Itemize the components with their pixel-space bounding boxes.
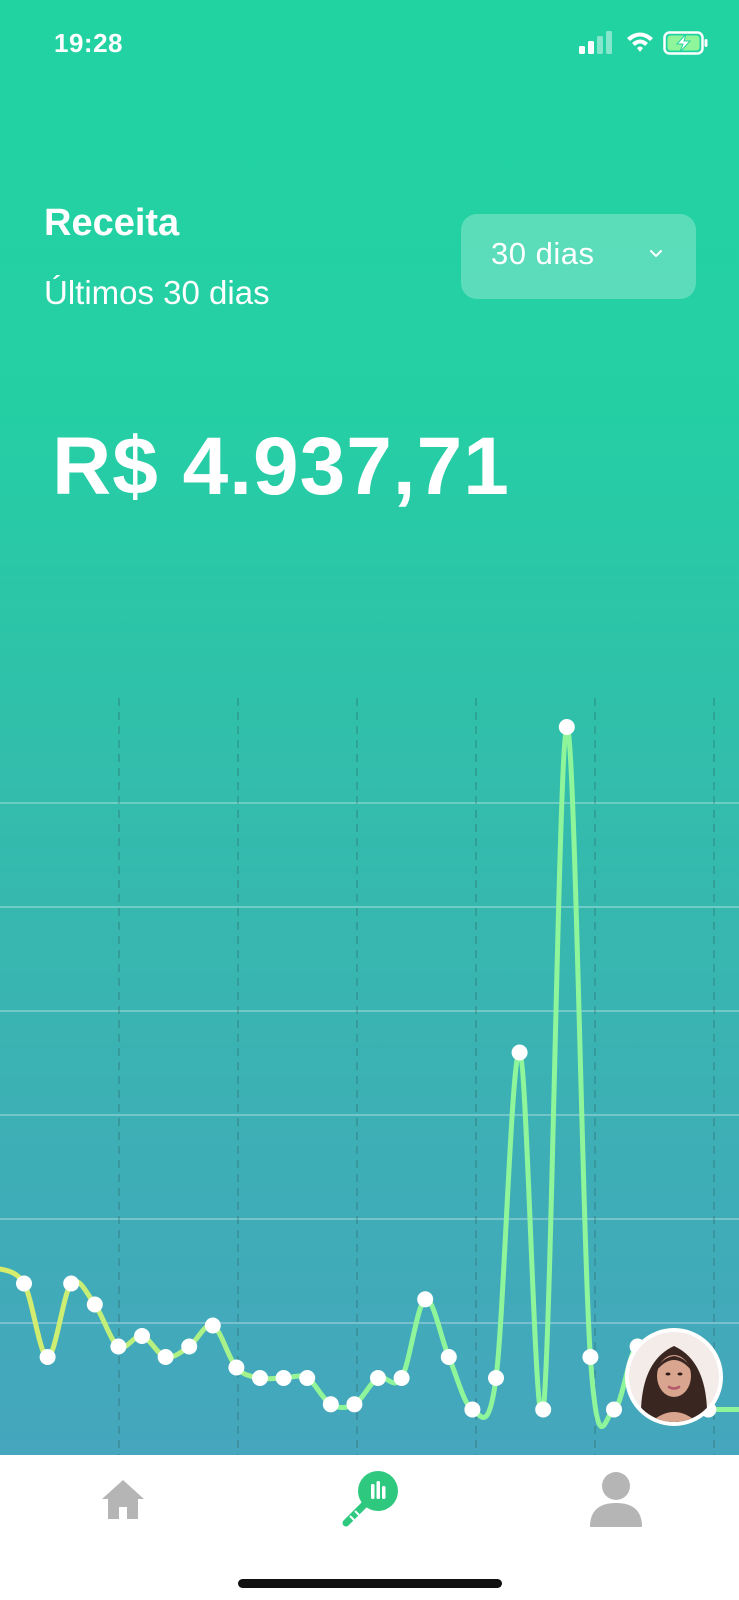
revenue-screen: 19:28 Receita Últimos 30 dias 30 dias R$… <box>0 0 739 1455</box>
chart-point[interactable] <box>511 1044 528 1061</box>
chart-point[interactable] <box>228 1359 245 1376</box>
chart-series-line <box>0 724 739 1430</box>
chart-point[interactable] <box>86 1296 103 1313</box>
wifi-icon <box>627 32 653 52</box>
battery-charging-icon <box>663 31 708 55</box>
chart-point[interactable] <box>488 1370 504 1386</box>
chart-point[interactable] <box>346 1396 363 1413</box>
home-indicator <box>238 1579 502 1588</box>
chart-point[interactable] <box>370 1370 386 1386</box>
chart-point[interactable] <box>16 1275 32 1292</box>
revenue-total: R$ 4.937,71 <box>52 421 510 512</box>
status-time: 19:28 <box>54 28 123 58</box>
status-icons <box>579 30 709 60</box>
chart-point[interactable] <box>110 1338 127 1355</box>
bottom-nav <box>0 1455 739 1600</box>
chart-point[interactable] <box>63 1275 80 1292</box>
chart-point[interactable] <box>464 1401 481 1418</box>
page-title: Receita <box>44 202 180 244</box>
avatar[interactable] <box>625 1328 723 1426</box>
page-subtitle: Últimos 30 dias <box>44 274 270 311</box>
chevron-down-icon <box>650 250 662 257</box>
chart-point[interactable] <box>275 1370 292 1386</box>
avatar-photo <box>629 1332 719 1422</box>
chart-point[interactable] <box>417 1291 434 1308</box>
chart-point[interactable] <box>322 1396 339 1413</box>
chart-point[interactable] <box>440 1349 457 1365</box>
bar-chart-icon[interactable] <box>340 1469 400 1529</box>
chart-point[interactable] <box>582 1349 599 1365</box>
chart-point[interactable] <box>157 1349 174 1365</box>
revenue-chart <box>0 698 739 1455</box>
status-bar: 19:28 <box>0 0 739 90</box>
chart-point[interactable] <box>393 1370 410 1386</box>
signal-icon <box>579 31 612 54</box>
chart-point[interactable] <box>558 719 575 735</box>
chart-point[interactable] <box>204 1317 221 1334</box>
person-icon[interactable] <box>588 1469 644 1529</box>
chart-point[interactable] <box>181 1338 198 1355</box>
chart-point[interactable] <box>252 1370 268 1386</box>
chart-point[interactable] <box>134 1328 150 1344</box>
chart-point[interactable] <box>606 1401 622 1418</box>
period-select-value: 30 dias <box>491 236 595 271</box>
period-select[interactable]: 30 dias <box>461 214 696 299</box>
home-icon[interactable] <box>98 1475 148 1525</box>
chart-point[interactable] <box>299 1370 316 1386</box>
chart-point[interactable] <box>535 1401 552 1418</box>
chart-point[interactable] <box>39 1349 56 1365</box>
